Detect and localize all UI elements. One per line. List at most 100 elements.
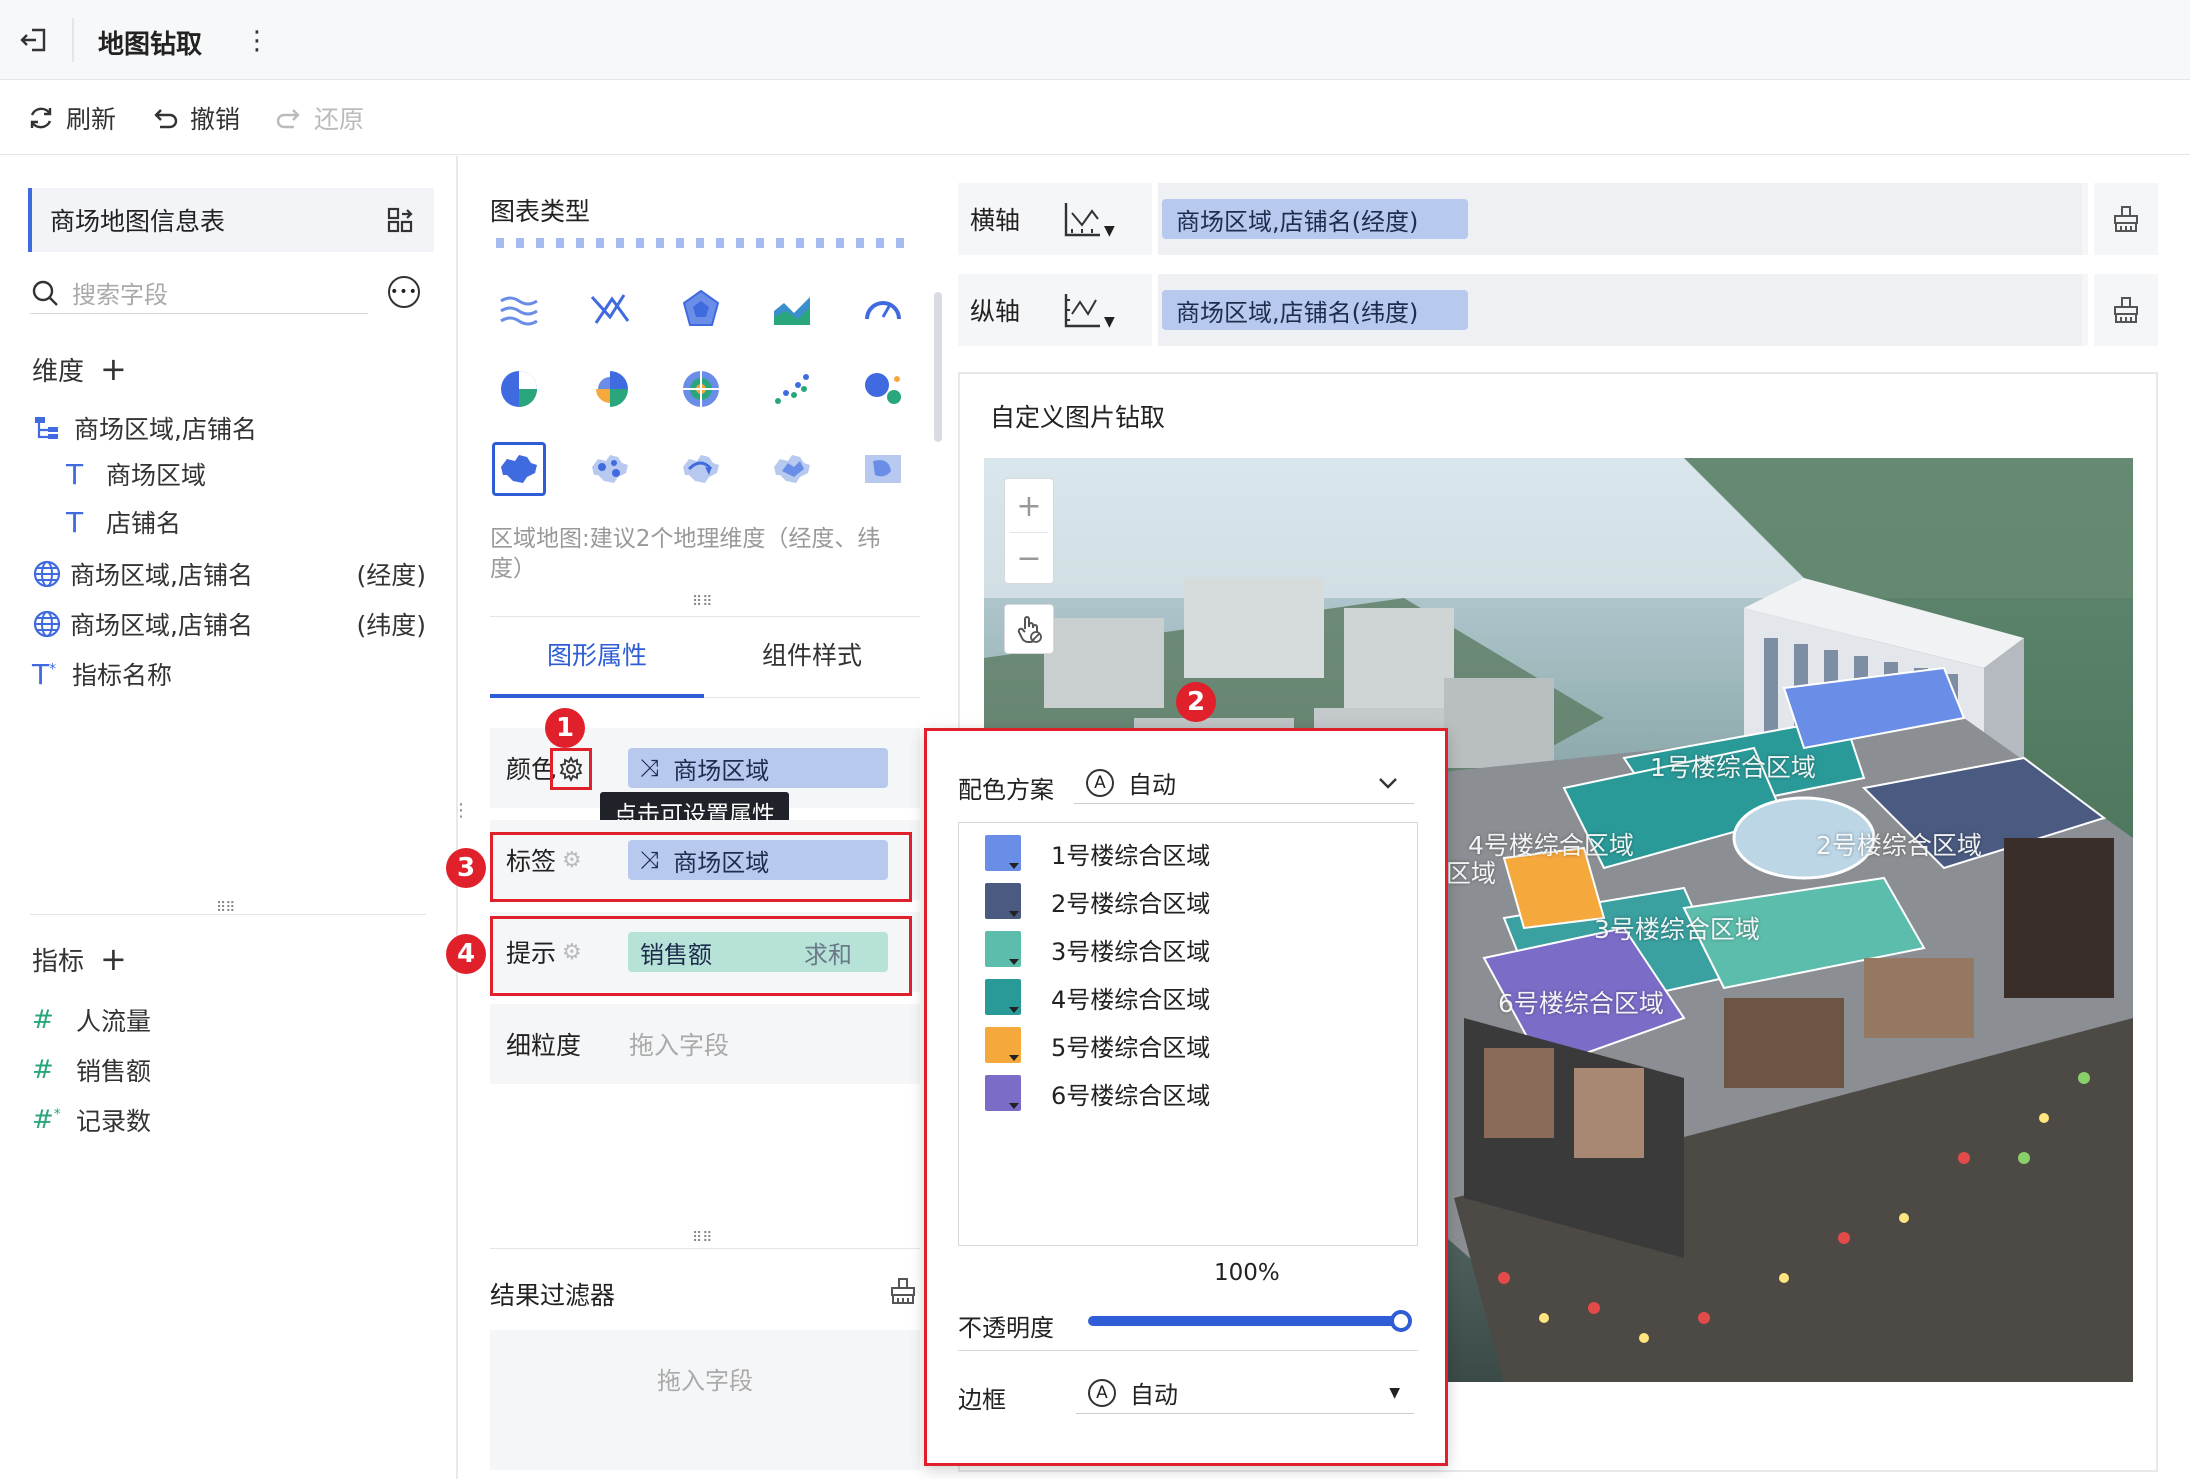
color-item[interactable]: 6号楼综合区域 xyxy=(985,1069,1417,1117)
more-options-icon[interactable]: ••• xyxy=(388,276,420,308)
chart-type-pie-icon[interactable] xyxy=(492,362,546,416)
divider xyxy=(72,18,74,62)
pan-mode-button[interactable] xyxy=(1004,604,1054,654)
chart-type-title: 图表类型 xyxy=(490,197,591,226)
panel-resize-handle[interactable]: ⠿⠿ xyxy=(692,594,713,610)
field-measure-names[interactable]: T* 指标名称 xyxy=(32,656,172,692)
globe-icon xyxy=(33,560,61,588)
field-geo-longitude[interactable]: 商场区域,店铺名 (经度) xyxy=(32,556,426,592)
chart-type-scrollbar[interactable] xyxy=(934,292,942,442)
color-field-pill[interactable]: ⤨ 商场区域 xyxy=(628,748,888,788)
color-swatch[interactable] xyxy=(985,979,1021,1015)
field-label: 销售额 xyxy=(76,1057,152,1086)
color-item-label: 5号楼综合区域 xyxy=(1051,1033,1211,1062)
scheme-value: 自动 xyxy=(1128,771,1176,799)
field-traffic[interactable]: # 人流量 xyxy=(32,1002,151,1038)
color-swatch[interactable] xyxy=(985,931,1021,967)
x-axis-type-icon[interactable]: ▼ xyxy=(1062,199,1115,239)
granularity-label: 细粒度 xyxy=(506,1031,582,1060)
filter-drop-zone[interactable]: 拖入字段 xyxy=(490,1330,920,1470)
chart-type-radar-line-icon[interactable] xyxy=(583,282,637,336)
color-swatch[interactable] xyxy=(985,835,1021,871)
hand-pointer-icon xyxy=(1017,616,1042,643)
chart-type-wave-icon[interactable] xyxy=(492,282,546,336)
granularity-drop-zone[interactable]: 拖入字段 xyxy=(629,1026,729,1062)
chart-title: 自定义图片钻取 xyxy=(990,403,1166,432)
divider xyxy=(30,914,426,915)
tab-graphic-properties[interactable]: 图形属性 xyxy=(490,636,704,698)
chart-type-point-map-icon[interactable] xyxy=(583,442,637,496)
step-badge-1: 1 xyxy=(545,708,585,748)
panel-resize-handle[interactable]: ⋮ xyxy=(452,800,470,821)
chart-type-sunburst-icon[interactable] xyxy=(674,362,728,416)
field-region[interactable]: T 商场区域 xyxy=(66,456,206,492)
y-axis-clear-icon[interactable] xyxy=(2088,274,2158,346)
chart-type-list-top-fade xyxy=(496,238,916,248)
tab-component-style[interactable]: 组件样式 xyxy=(704,636,920,698)
switch-dataset-icon[interactable] xyxy=(386,206,414,240)
field-store[interactable]: T 店铺名 xyxy=(66,504,181,540)
chart-type-bubble-icon[interactable] xyxy=(856,362,910,416)
label-row-highlight xyxy=(490,832,912,902)
color-swatch[interactable] xyxy=(985,1027,1021,1063)
pill-label: 商场区域,店铺名(经度) xyxy=(1176,207,1419,236)
redo-label: 还原 xyxy=(314,105,365,134)
field-hierarchy[interactable]: 商场区域,店铺名 xyxy=(32,410,257,446)
chart-type-area-icon[interactable] xyxy=(765,282,819,336)
x-axis-field-pill[interactable]: 商场区域,店铺名(经度) xyxy=(1162,199,1468,239)
refresh-icon xyxy=(30,107,52,129)
filter-clear-icon[interactable] xyxy=(888,1276,918,1312)
border-select[interactable]: A 自动 ▼ xyxy=(1076,1372,1414,1414)
more-icon[interactable]: ⋮ xyxy=(244,26,270,56)
color-item[interactable]: 3号楼综合区域 xyxy=(985,925,1417,973)
dataset-selector[interactable]: 商场地图信息表 xyxy=(28,188,434,252)
chart-type-radar-icon[interactable] xyxy=(674,282,728,336)
color-swatch[interactable] xyxy=(985,1075,1021,1111)
chart-type-heat-map-icon[interactable] xyxy=(765,442,819,496)
search-icon xyxy=(32,280,58,306)
chart-type-scatter-icon[interactable] xyxy=(765,362,819,416)
divider xyxy=(490,616,920,617)
color-swatch[interactable] xyxy=(985,883,1021,919)
add-dimension-icon[interactable]: + xyxy=(100,350,127,388)
redo-button[interactable]: 还原 xyxy=(274,100,364,136)
pill-label: 商场区域 xyxy=(673,756,770,785)
panel-resize-handle[interactable]: ⠿⠿ xyxy=(692,1230,713,1246)
color-item[interactable]: 5号楼综合区域 xyxy=(985,1021,1417,1069)
x-axis-label: 横轴 xyxy=(970,206,1021,235)
y-axis-field-pill[interactable]: 商场区域,店铺名(纬度) xyxy=(1162,290,1468,330)
measures-title: 指标 xyxy=(32,946,85,977)
map-label-building-1: 1号楼综合区域 xyxy=(1650,753,1816,782)
field-label: 指标名称 xyxy=(72,661,173,690)
color-item-label: 1号楼综合区域 xyxy=(1051,841,1211,870)
chart-type-gauge-icon[interactable] xyxy=(856,282,910,336)
text-type-icon: T xyxy=(66,505,84,539)
search-field[interactable]: 搜索字段 xyxy=(30,272,368,314)
x-axis-clear-icon[interactable] xyxy=(2088,183,2158,255)
map-label-building-3: 3号楼综合区域 xyxy=(1594,915,1760,944)
chart-type-rose-icon[interactable] xyxy=(583,362,637,416)
color-settings-gear-icon[interactable] xyxy=(556,754,586,784)
exit-icon[interactable] xyxy=(18,24,50,56)
y-axis-type-icon[interactable]: ▼ xyxy=(1062,290,1115,330)
border-value: 自动 xyxy=(1130,1381,1178,1409)
color-item[interactable]: 1号楼综合区域 xyxy=(985,829,1417,877)
chart-type-custom-map-icon[interactable] xyxy=(856,442,910,496)
add-measure-icon[interactable]: + xyxy=(100,940,127,978)
zoom-out-button[interactable]: − xyxy=(1004,534,1054,582)
opacity-slider[interactable] xyxy=(1088,1316,1404,1326)
refresh-button[interactable]: 刷新 xyxy=(26,100,116,136)
scheme-select[interactable]: A 自动 xyxy=(1074,762,1414,804)
zoom-in-button[interactable]: + xyxy=(1004,482,1054,530)
field-sales[interactable]: # 销售额 xyxy=(32,1052,151,1088)
border-label: 边框 xyxy=(958,1386,1006,1414)
color-item[interactable]: 4号楼综合区域 xyxy=(985,973,1417,1021)
undo-button[interactable]: 撤销 xyxy=(150,100,240,136)
field-record-count[interactable]: #* 记录数 xyxy=(32,1102,151,1138)
opacity-slider-handle[interactable] xyxy=(1390,1310,1412,1332)
field-label: 商场区域 xyxy=(106,461,207,490)
chart-type-region-map-icon[interactable] xyxy=(492,442,546,496)
chart-type-flow-map-icon[interactable] xyxy=(674,442,728,496)
field-geo-latitude[interactable]: 商场区域,店铺名 (纬度) xyxy=(32,606,426,642)
color-item[interactable]: 2号楼综合区域 xyxy=(985,877,1417,925)
